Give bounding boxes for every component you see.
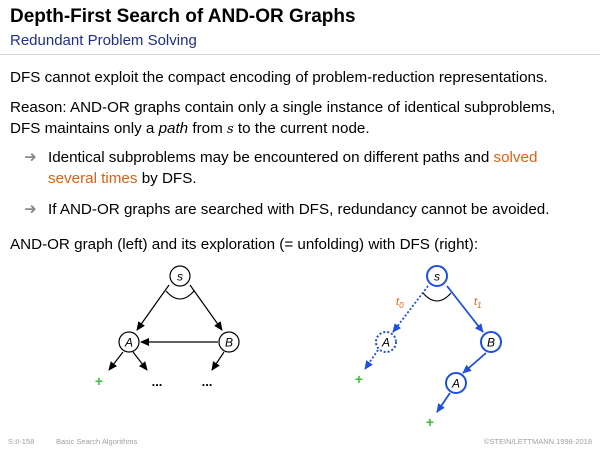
edge-s-b [189,284,223,331]
reason-text-pre: DFS maintains only a [10,120,159,137]
and-arc [165,290,195,300]
solved-plus-marker-2: + [426,414,434,430]
node-b-label: B [487,336,495,350]
bullet-1-line-1: Identical subproblems may be encountered… [48,147,537,168]
solved-plus-marker: + [95,373,103,389]
label-t0-sub: 0 [399,301,404,310]
slide-subtitle: Redundant Problem Solving [10,32,197,49]
bullet-arrow-icon: ➜ [24,149,37,166]
edge-a-plus [108,351,124,371]
edge-a-dots [132,351,148,371]
node-s-label: s [434,270,440,284]
right-dfs-unfolding: s A B A t0 t1 + + [355,265,502,430]
node-b-label: B [225,336,233,350]
reason-line-2: DFS maintains only a path from s to the … [10,118,370,140]
label-t0: t0 [396,296,404,310]
footer-copyright: ©STEIN/LETTMANN 1998-2018 [483,437,592,446]
reason-line-1: Reason: AND-OR graphs contain only a sin… [10,99,556,116]
and-arc [422,292,452,302]
bullet-1-highlight: solved [493,149,538,166]
edge-a-plus-dotted [364,349,379,370]
figure-caption: AND-OR graph (left) and its exploration … [10,236,479,253]
intro-paragraph: DFS cannot exploit the compact encoding … [10,69,548,86]
label-t1: t1 [474,296,482,310]
bullet-1-highlight-2: several times [48,170,138,187]
reason-text-post: to the current node. [233,120,370,137]
header-divider [0,54,600,55]
reason-path-emphasis: path [158,120,189,137]
footer-section: Basic Search Algorithms [56,437,138,446]
edge-b-a [462,352,487,374]
ellipsis-a: ... [152,374,163,389]
label-t1-sub: 1 [477,301,481,310]
bullet-1-line-2: several times by DFS. [48,168,197,189]
bullet-1-text: Identical subproblems may be encountered… [48,149,494,166]
slide-title: Depth-First Search of AND-OR Graphs [10,6,356,27]
bullet-arrow-icon: ➜ [24,201,37,218]
figure-canvas: s A B + ... ... s A B A t0 t1 + + [95,265,502,430]
node-s-label: s [177,270,183,284]
edge-a-plus [436,392,451,413]
solved-plus-marker-1: + [355,371,363,387]
left-and-or-graph: s A B + ... ... [95,265,240,389]
reason-var-s: s [226,122,234,137]
reason-text-mid: from [188,120,227,137]
edge-s-a [136,284,170,331]
node-a-dotted-label: A [381,336,390,350]
ellipsis-b: ... [202,374,213,389]
bullet-2-text: If AND-OR graphs are searched with DFS, … [48,201,550,218]
node-a-label: A [451,377,460,391]
bullet-1-tail: by DFS. [137,170,197,187]
edge-b-dots [211,351,225,371]
footer-slide-id: S:II-158 [8,437,35,446]
node-a-label: A [124,336,133,350]
